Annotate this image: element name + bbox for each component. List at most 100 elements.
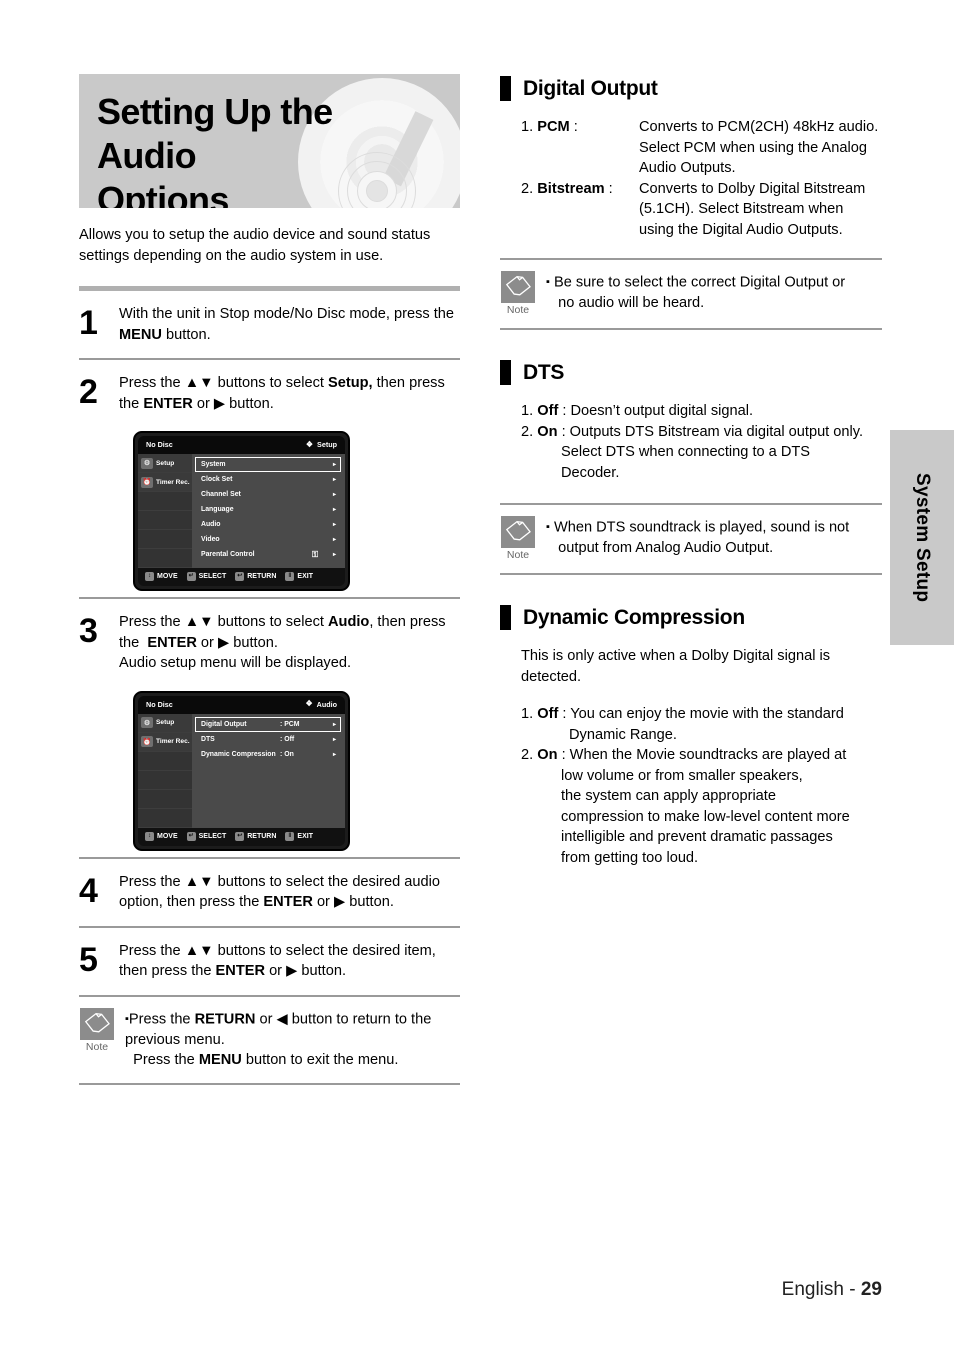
osd-menu-item[interactable]: Video ▸ — [195, 532, 341, 547]
osd-sidebar-item-timer-rec[interactable]: ⏰ Timer Rec. — [138, 732, 192, 752]
osd-menu-label: Channel Set — [201, 491, 241, 498]
enter-icon: ↵ — [186, 831, 196, 841]
timer-icon: ⏰ — [141, 476, 153, 488]
list-line: intelligible and prevent dramatic passag… — [561, 829, 833, 845]
osd-sidebar-blank — [138, 751, 192, 771]
definition-description: Converts to PCM(2CH) 48kHz audio. Select… — [639, 119, 879, 176]
osd-menu-label: System — [201, 461, 226, 468]
osd-footer-move[interactable]: ↕ MOVE — [145, 572, 178, 581]
osd-footer-label: MOVE — [157, 832, 178, 840]
section-title: DTS — [523, 360, 565, 384]
osd-menu-item[interactable]: System ▸ — [195, 457, 341, 472]
note-box-digital-output: Note ▪ Be sure to select the correct Dig… — [500, 260, 882, 328]
osd-screen-name: Audio — [316, 699, 337, 709]
chevron-right-icon: ▸ — [332, 522, 336, 528]
osd-menu-label: Language — [201, 506, 234, 513]
note-text: ▪ When DTS soundtrack is played, sound i… — [546, 519, 850, 557]
divider — [79, 1082, 460, 1085]
osd-menu-label: Digital Output — [201, 720, 247, 728]
side-tab-system-setup: System Setup — [890, 430, 954, 645]
note-label: Note — [506, 549, 530, 561]
osd-footer-bar: ↕ MOVE ↵ SELECT ↩ RETURN ‖ EXIT — [138, 568, 345, 586]
return-icon: ↩ — [235, 831, 245, 841]
footer-page-number: 29 — [860, 1279, 882, 1300]
note-badge: Note — [500, 516, 536, 561]
note-text: ▪ Be sure to select the correct Digital … — [546, 274, 846, 312]
right-column: Digital Output 1. PCM : Converts to PCM(… — [500, 76, 882, 868]
osd-menu-item[interactable]: DTS : Off ▸ — [195, 732, 341, 747]
osd-status: No Disc — [146, 440, 173, 449]
enter-icon: ↵ — [186, 572, 196, 581]
osd-menu-label: Clock Set — [201, 476, 233, 483]
left-column: Setting Up the Audio Options Allows you … — [79, 74, 460, 1085]
note-text: ▪Press the RETURN or ◀ button to return … — [125, 1011, 432, 1068]
step-5: 5 Press the ▲▼ buttons to select the des… — [79, 928, 460, 995]
osd-sidebar-item-setup[interactable]: ⚙ Setup — [138, 713, 192, 733]
osd-menu-list: System ▸ Clock Set ▸ Channel Set ▸ Langu… — [192, 454, 345, 568]
divider — [500, 328, 882, 330]
list-line: compression to make low-level content mo… — [561, 808, 850, 825]
osd-menu-item[interactable]: Language ▸ — [195, 502, 341, 517]
compass-icon: ❖ — [305, 439, 314, 449]
osd-menu-item[interactable]: Digital Output : PCM ▸ — [195, 716, 341, 732]
osd-menu-empty — [195, 807, 341, 822]
definition-description: Converts to Dolby Digital Bitstream (5.1… — [639, 180, 866, 238]
osd-footer-select[interactable]: ↵ SELECT — [186, 572, 226, 581]
step-text: Press the ▲▼ buttons to select Audio, th… — [119, 614, 446, 671]
compass-icon: ❖ — [305, 699, 313, 708]
osd-menu-item[interactable]: Parental Control ⚿ ▸ — [195, 547, 341, 562]
osd-sidebar-blank — [138, 492, 192, 511]
list-line: 1. Off : You can enjoy the movie with th… — [521, 706, 844, 722]
padlock-open-icon: ⚿ — [311, 549, 319, 559]
step-3: 3 Press the ▲▼ buttons to select Audio, … — [79, 599, 460, 687]
osd-footer-exit[interactable]: ‖ EXIT — [285, 572, 313, 581]
osd-menu-value: : On — [280, 750, 294, 758]
osd-footer-label: RETURN — [247, 832, 277, 840]
list-line: Select DTS when connecting to a DTS — [561, 444, 811, 460]
osd-title-bar: No Disc ❖ Setup — [138, 436, 345, 454]
osd-footer-return[interactable]: ↩ RETURN — [235, 831, 277, 841]
intro-text: Allows you to setup the audio device and… — [79, 227, 431, 264]
list-line: 1. Off : Doesn’t output digital signal. — [521, 403, 754, 419]
osd-sidebar-item-timer-rec[interactable]: ⏰ Timer Rec. — [138, 473, 192, 492]
osd-menu-item[interactable]: Audio ▸ — [195, 517, 341, 532]
osd-screen-name: Setup — [317, 440, 337, 449]
osd-menu-item[interactable]: Dynamic Compression : On ▸ — [195, 747, 341, 762]
pencil-icon — [501, 516, 535, 548]
osd-sidebar-blank — [138, 549, 192, 568]
osd-menu-item[interactable]: Clock Set ▸ — [195, 472, 341, 487]
list-line: Decoder. — [561, 464, 620, 481]
section-title: Digital Output — [523, 76, 658, 100]
osd-sidebar-blank — [138, 770, 192, 790]
dynamic-compression-list: 1. Off : You can enjoy the movie with th… — [500, 704, 882, 868]
osd-menu-label: Video — [201, 536, 220, 543]
osd-footer-select[interactable]: ↵ SELECT — [186, 831, 226, 841]
step-text: With the unit in Stop mode/No Disc mode,… — [119, 306, 455, 343]
chevron-right-icon: ▸ — [332, 736, 336, 743]
return-icon: ↩ — [235, 572, 245, 581]
step-number: 2 — [79, 373, 98, 411]
osd-footer-move[interactable]: ↕ MOVE — [145, 831, 178, 841]
section-title: Dynamic Compression — [523, 605, 745, 629]
step-number: 5 — [79, 940, 98, 979]
osd-menu-item[interactable]: Channel Set ▸ — [195, 487, 341, 502]
list-line: the system can apply appropriate — [561, 788, 776, 804]
definition-term: 1. PCM : — [521, 119, 578, 135]
page-title-line-2: Options — [97, 179, 229, 208]
osd-sidebar-blank — [138, 789, 192, 809]
page-footer: English - 29 — [782, 1279, 882, 1301]
osd-footer-return[interactable]: ↩ RETURN — [235, 572, 276, 581]
list-line: 2. On : When the Movie soundtracks are p… — [521, 747, 847, 763]
osd-menu-label: Audio — [201, 521, 221, 528]
step-text: Press the ▲▼ buttons to select Setup, th… — [119, 375, 445, 412]
osd-footer-exit[interactable]: ‖ EXIT — [285, 831, 313, 841]
osd-sidebar-item-setup[interactable]: ⚙ Setup — [138, 454, 192, 473]
digital-output-definitions: 1. PCM : Converts to PCM(2CH) 48kHz audi… — [500, 117, 882, 240]
section-bar-icon — [500, 360, 511, 385]
chevron-right-icon: ▸ — [332, 552, 336, 558]
osd-menu-value: : Off — [280, 735, 295, 743]
osd-menu-label: Parental Control — [201, 551, 255, 558]
osd-sidebar: ⚙ Setup ⏰ Timer Rec. — [138, 713, 192, 828]
chevron-right-icon: ▸ — [332, 492, 336, 498]
note-label: Note — [85, 1040, 109, 1053]
